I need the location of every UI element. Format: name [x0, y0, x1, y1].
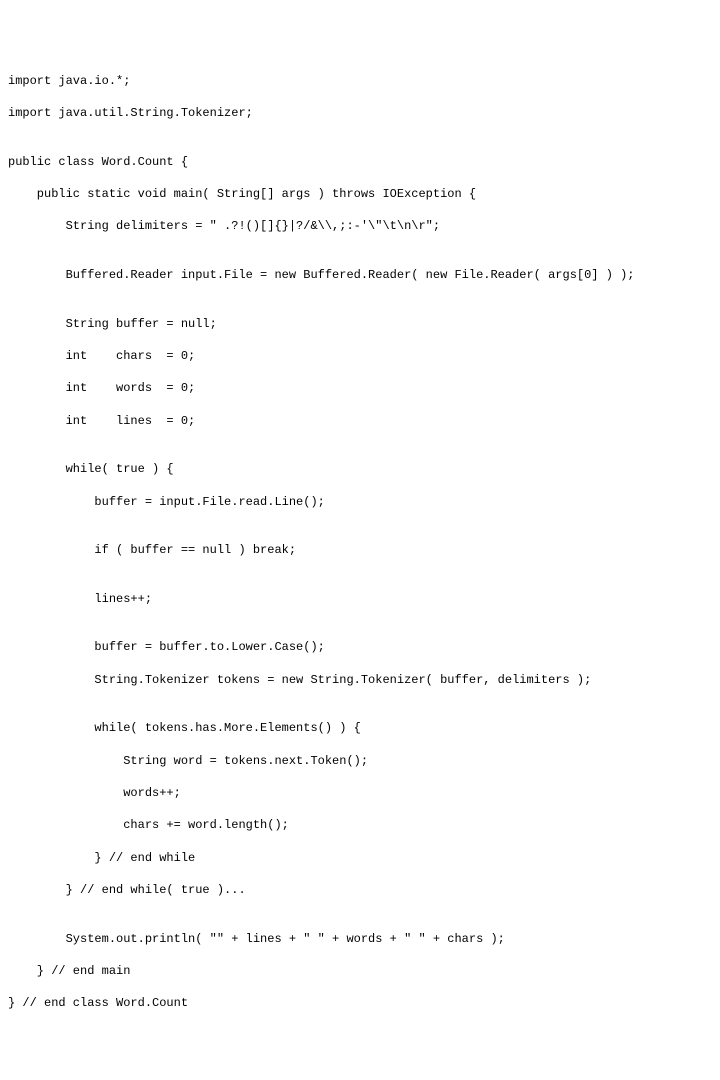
code-line: import java.util.String.Tokenizer;	[8, 105, 712, 121]
code-line: while( tokens.has.More.Elements() ) {	[8, 720, 712, 736]
code-line: while( true ) {	[8, 461, 712, 477]
code-line: String delimiters = " .?!()[]{}|?/&\\,;:…	[8, 218, 712, 234]
code-line: int lines = 0;	[8, 413, 712, 429]
code-line: String buffer = null;	[8, 316, 712, 332]
code-line: lines++;	[8, 591, 712, 607]
code-line: import java.io.*;	[8, 73, 712, 89]
code-line: String word = tokens.next.Token();	[8, 753, 712, 769]
code-line: } // end class Word.Count	[8, 995, 712, 1011]
code-line: String.Tokenizer tokens = new String.Tok…	[8, 672, 712, 688]
code-line: if ( buffer == null ) break;	[8, 542, 712, 558]
code-line: int words = 0;	[8, 380, 712, 396]
code-line: } // end while	[8, 850, 712, 866]
code-line: } // end main	[8, 963, 712, 979]
code-line: buffer = input.File.read.Line();	[8, 494, 712, 510]
code-line: } // end while( true )...	[8, 882, 712, 898]
code-line: Buffered.Reader input.File = new Buffere…	[8, 267, 712, 283]
code-line: public class Word.Count {	[8, 154, 712, 170]
code-line: buffer = buffer.to.Lower.Case();	[8, 639, 712, 655]
code-line: chars += word.length();	[8, 817, 712, 833]
code-line: public static void main( String[] args )…	[8, 186, 712, 202]
code-line: words++;	[8, 785, 712, 801]
code-line: System.out.println( "" + lines + " " + w…	[8, 931, 712, 947]
code-line: int chars = 0;	[8, 348, 712, 364]
